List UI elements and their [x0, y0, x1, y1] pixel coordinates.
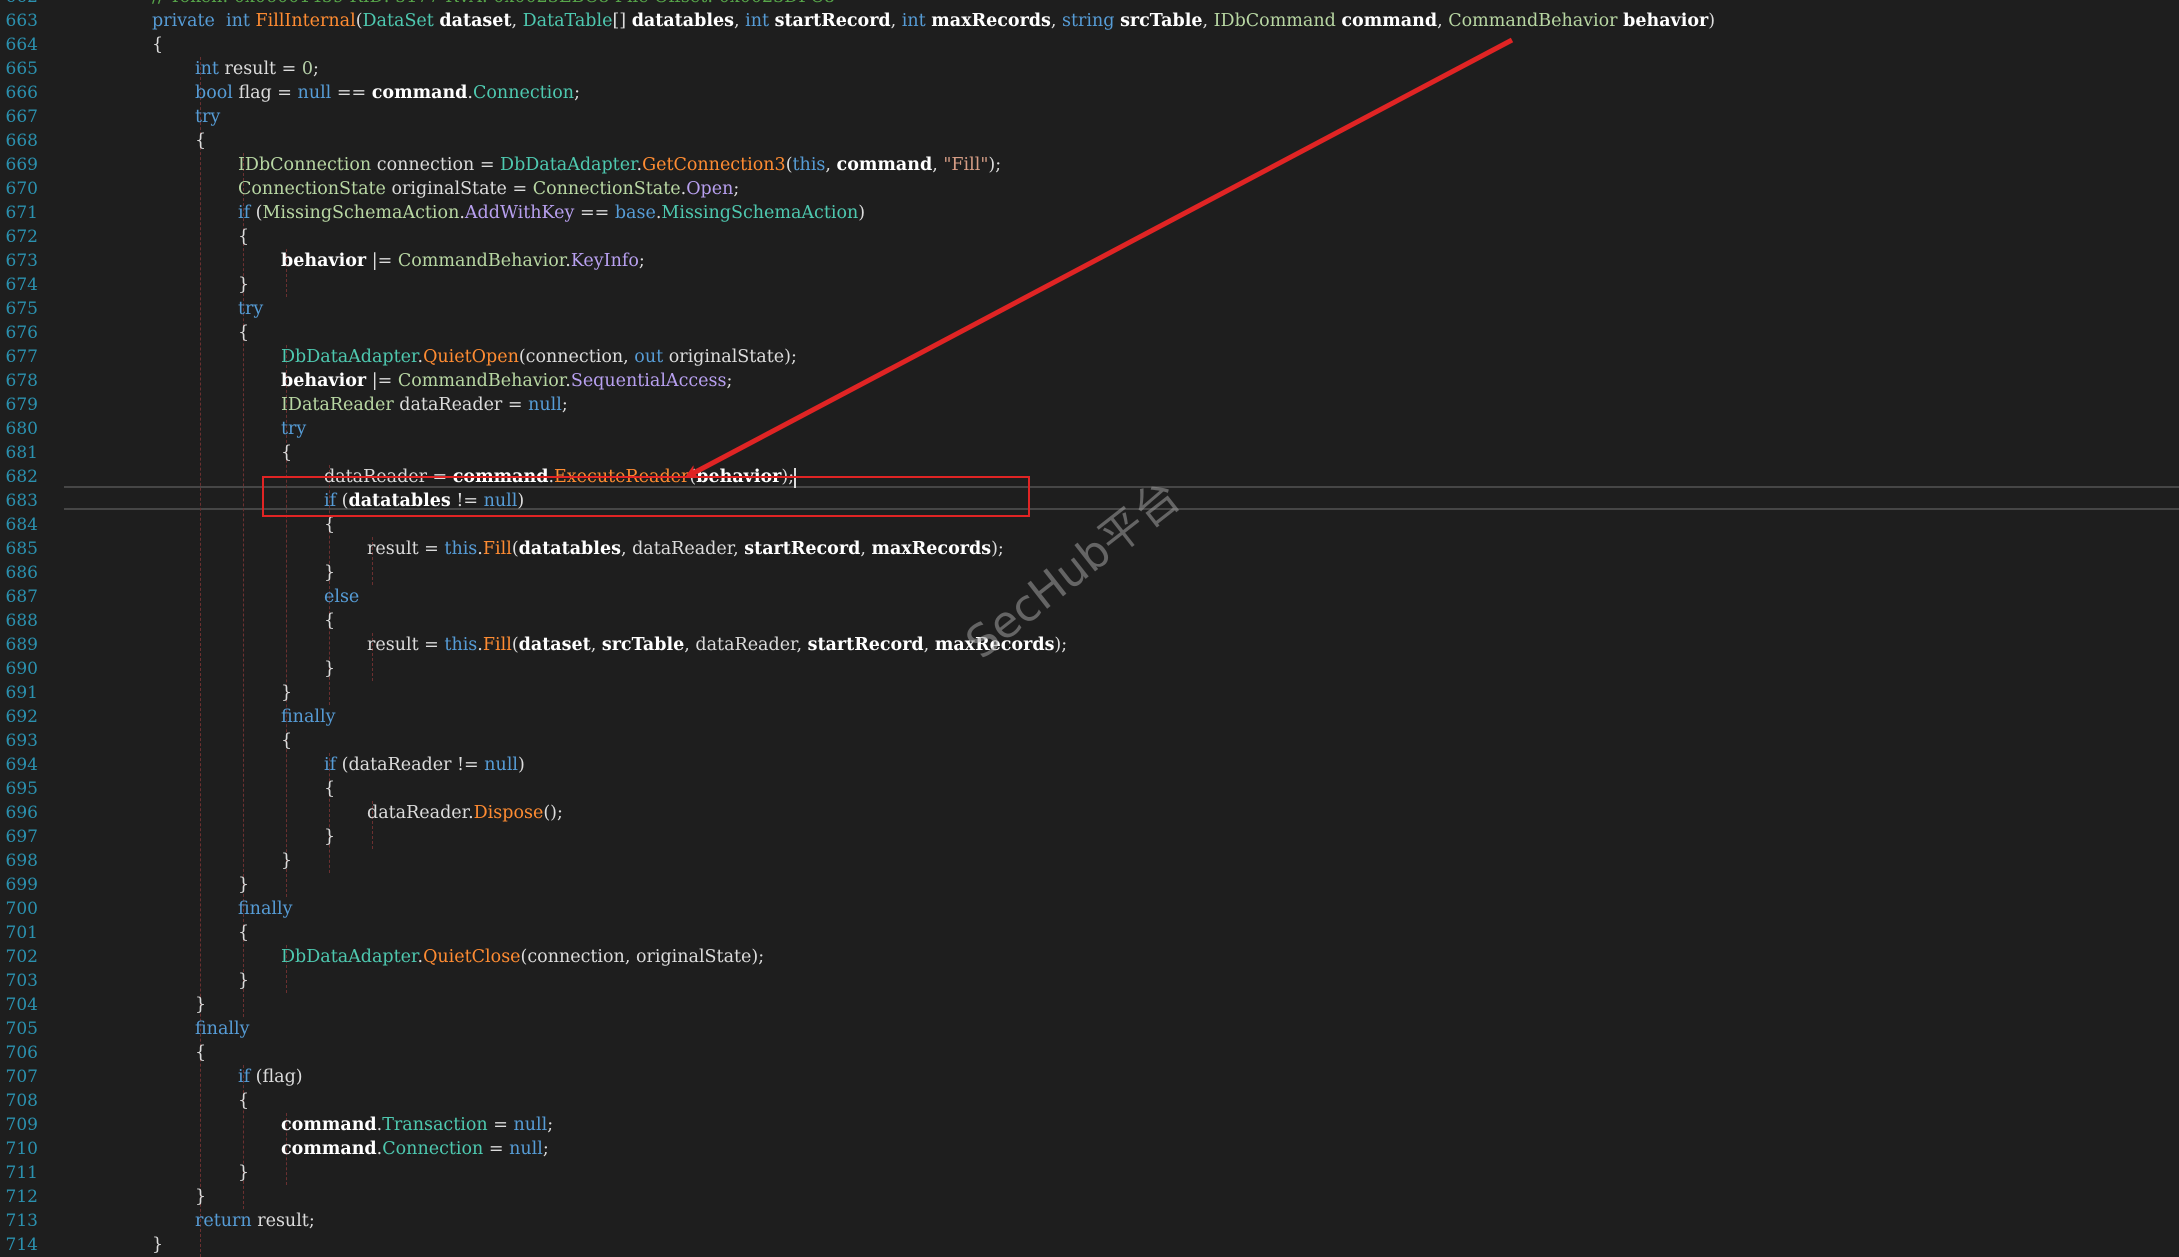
arrow-line: [684, 37, 1514, 479]
annotation-arrow: [684, 37, 1514, 479]
